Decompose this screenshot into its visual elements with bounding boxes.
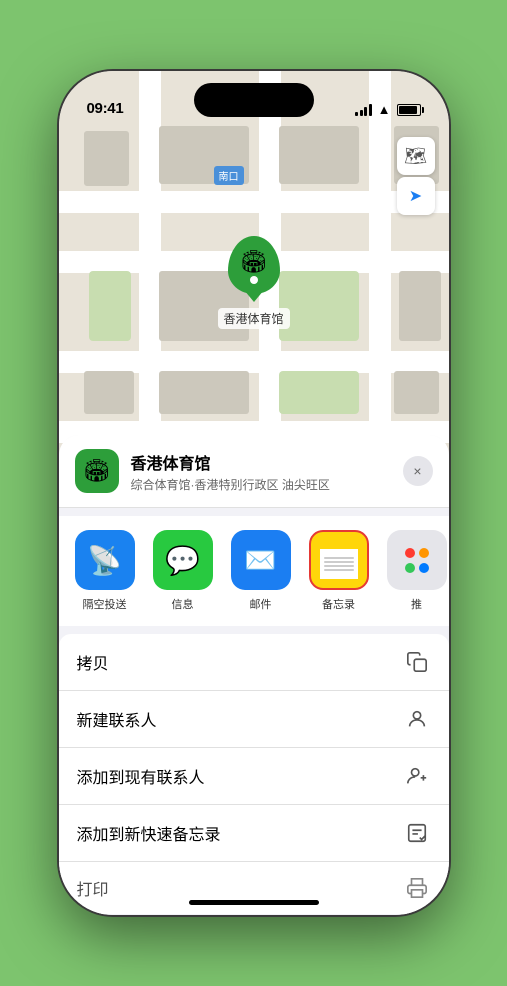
more-icon-box — [387, 530, 447, 590]
action-add-contact[interactable]: 添加到现有联系人 — [59, 748, 449, 805]
messages-icon-box: 💬 — [153, 530, 213, 590]
new-contact-icon — [403, 705, 431, 733]
more-label: 推 — [411, 596, 422, 612]
share-item-notes[interactable]: 备忘录 — [303, 530, 375, 612]
share-item-mail[interactable]: ✉️ 邮件 — [225, 530, 297, 612]
add-contact-icon — [403, 762, 431, 790]
wifi-icon: ▲ — [378, 102, 391, 117]
map-type-button[interactable]: 🗺 — [397, 137, 435, 175]
battery-icon — [397, 104, 421, 116]
phone-frame: 09:41 ▲ — [59, 71, 449, 915]
sheet-header: 🏟 香港体育馆 综合体育馆·香港特别行政区 油尖旺区 × — [59, 435, 449, 508]
action-add-contact-label: 添加到现有联系人 — [77, 764, 205, 788]
copy-icon — [403, 648, 431, 676]
phone-screen: 09:41 ▲ — [59, 71, 449, 915]
location-button[interactable]: ➤ — [397, 177, 435, 215]
venue-name: 香港体育馆 — [131, 450, 391, 474]
dynamic-island — [194, 83, 314, 117]
share-item-more[interactable]: 推 — [381, 530, 449, 612]
bottom-sheet: 🏟 香港体育馆 综合体育馆·香港特别行政区 油尖旺区 × 📡 隔空投送 — [59, 435, 449, 915]
action-new-contact[interactable]: 新建联系人 — [59, 691, 449, 748]
mail-label: 邮件 — [250, 596, 272, 612]
airdrop-label: 隔空投送 — [83, 596, 127, 612]
notes-icon-box — [309, 530, 369, 590]
mail-icon: ✉️ — [244, 545, 276, 576]
venue-subtitle: 综合体育馆·香港特别行政区 油尖旺区 — [131, 476, 391, 493]
marker-label: 香港体育馆 — [217, 308, 289, 329]
notes-label: 备忘录 — [322, 596, 355, 612]
print-icon — [403, 874, 431, 902]
signal-bars-icon — [355, 104, 372, 116]
venue-marker[interactable]: 🏟 香港体育馆 — [217, 236, 289, 329]
close-button[interactable]: × — [403, 456, 433, 486]
action-quick-notes-label: 添加到新快速备忘录 — [77, 821, 221, 845]
mail-icon-box: ✉️ — [231, 530, 291, 590]
action-quick-notes[interactable]: 添加到新快速备忘录 — [59, 805, 449, 862]
action-print-label: 打印 — [77, 876, 109, 900]
action-print[interactable]: 打印 — [59, 862, 449, 914]
action-new-contact-label: 新建联系人 — [77, 707, 157, 731]
messages-label: 信息 — [172, 596, 194, 612]
action-list: 拷贝 新建联系人 — [59, 634, 449, 914]
quick-notes-icon — [403, 819, 431, 847]
status-time: 09:41 — [87, 100, 124, 117]
messages-icon: 💬 — [165, 544, 200, 577]
stadium-icon: 🏟 — [240, 249, 268, 275]
venue-icon-circle: 🏟 — [75, 449, 119, 493]
airdrop-icon: 📡 — [87, 544, 122, 577]
action-copy[interactable]: 拷贝 — [59, 634, 449, 691]
map-controls: 🗺 ➤ — [397, 137, 435, 215]
venue-info: 香港体育馆 综合体育馆·香港特别行政区 油尖旺区 — [131, 450, 391, 493]
share-row: 📡 隔空投送 💬 信息 ✉️ 邮件 — [59, 516, 449, 626]
marker-pin: 🏟 — [227, 236, 279, 294]
share-item-messages[interactable]: 💬 信息 — [147, 530, 219, 612]
airdrop-icon-box: 📡 — [75, 530, 135, 590]
home-indicator — [189, 900, 319, 905]
action-copy-label: 拷贝 — [77, 650, 109, 674]
status-icons: ▲ — [355, 102, 420, 117]
map-exit-label: 南口 — [214, 166, 244, 185]
share-item-airdrop[interactable]: 📡 隔空投送 — [69, 530, 141, 612]
